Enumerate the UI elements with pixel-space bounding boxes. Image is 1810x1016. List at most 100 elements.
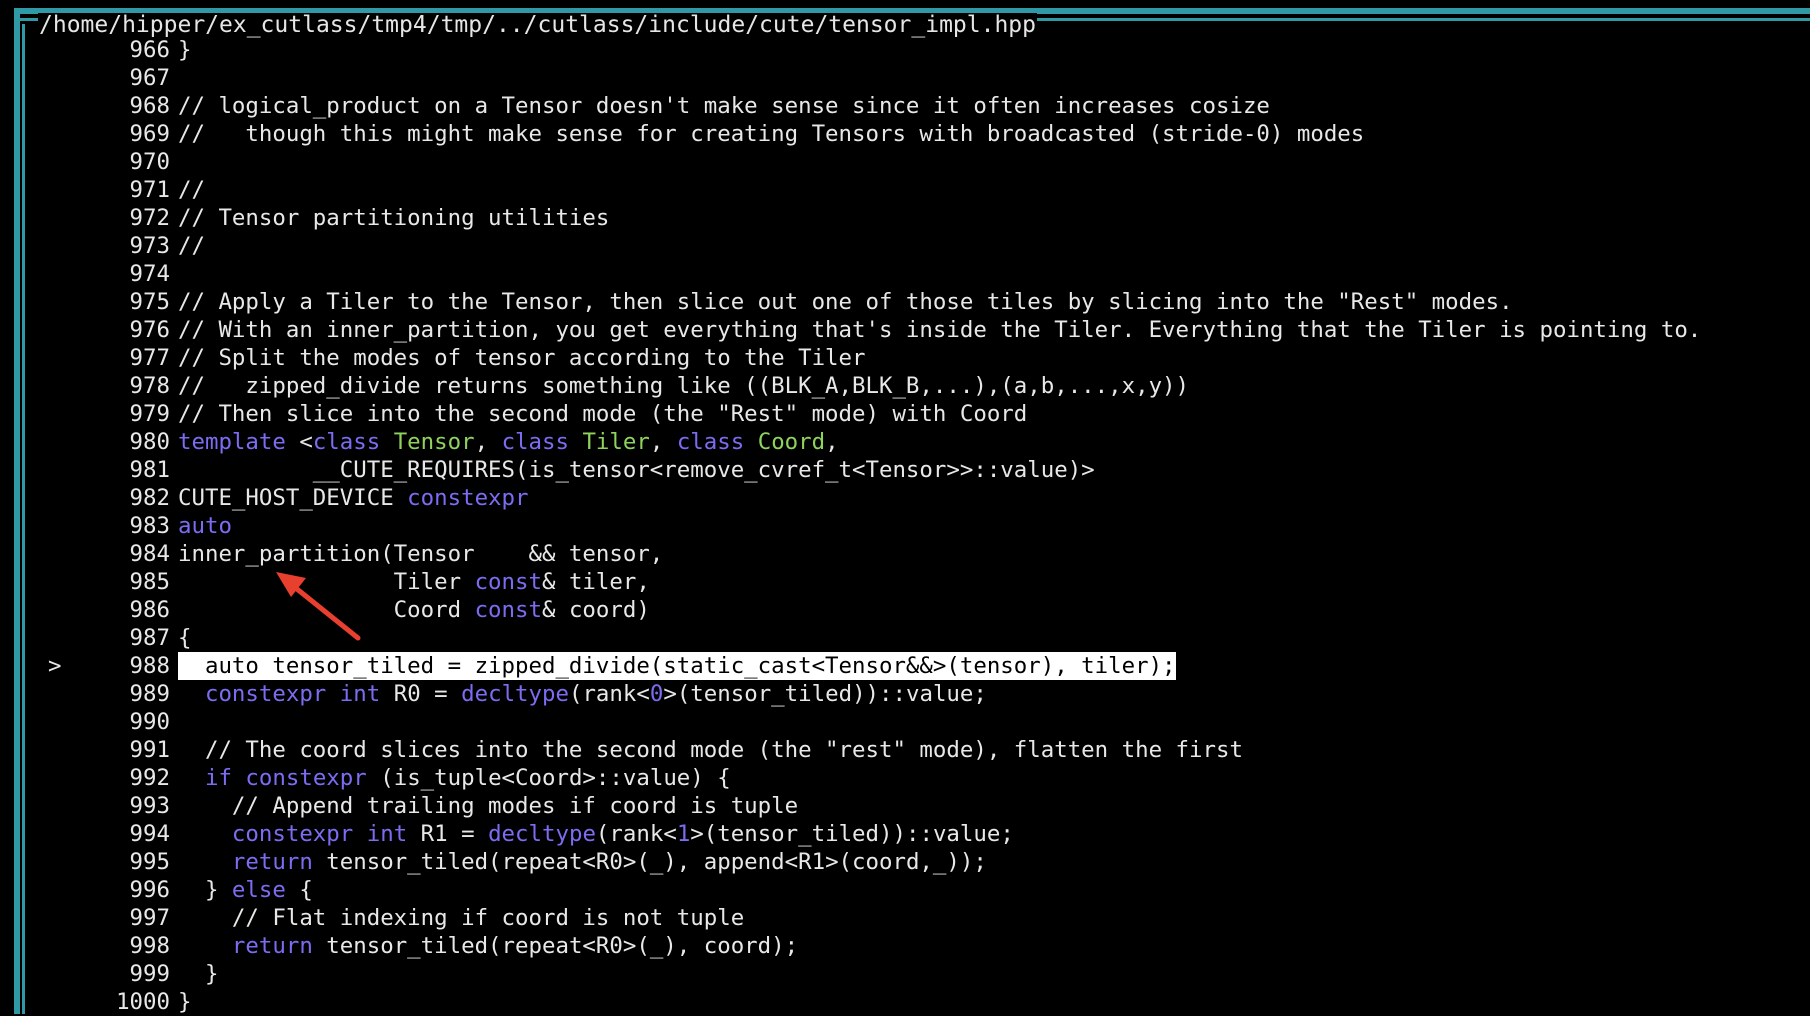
line-number: 991 (129, 737, 170, 763)
line-number: 983 (129, 513, 170, 539)
line-source[interactable]: // With an inner_partition, you get ever… (178, 316, 1701, 344)
type-token: Tensor (393, 429, 475, 455)
code-line[interactable]: 996 } else { (20, 876, 1810, 904)
code-line[interactable]: 987 { (20, 624, 1810, 652)
keyword-token: template (178, 429, 286, 455)
code-token: // Split the modes of tensor according t… (178, 345, 866, 371)
line-source[interactable]: return tensor_tiled(repeat<R0>(_), appen… (178, 848, 987, 876)
line-source[interactable]: template <class Tensor, class Tiler, cla… (178, 428, 839, 456)
line-number: 993 (129, 793, 170, 819)
code-token: , (474, 429, 502, 455)
code-line[interactable]: 981 __CUTE_REQUIRES(is_tensor<remove_cvr… (20, 456, 1810, 484)
code-line[interactable]: 998 return tensor_tiled(repeat<R0>(_), c… (20, 932, 1810, 960)
line-source[interactable]: __CUTE_REQUIRES(is_tensor<remove_cvref_t… (178, 456, 1095, 484)
code-line[interactable]: 974 (20, 260, 1810, 288)
code-line[interactable]: 980 template <class Tensor, class Tiler, … (20, 428, 1810, 456)
code-line[interactable]: 993 // Append trailing modes if coord is… (20, 792, 1810, 820)
code-line[interactable]: 972 // Tensor partitioning utilities (20, 204, 1810, 232)
line-source[interactable]: } (178, 988, 191, 1016)
code-line[interactable]: 999 } (20, 960, 1810, 988)
code-line[interactable]: 973 // (20, 232, 1810, 260)
code-token: } (178, 989, 192, 1015)
line-source[interactable]: // Apply a Tiler to the Tensor, then sli… (178, 288, 1513, 316)
line-source[interactable]: constexpr int R1 = decltype(rank<1>(tens… (178, 820, 1014, 848)
code-token: __CUTE_REQUIRES(is_tensor<remove_cvref_t… (178, 457, 1095, 483)
line-source[interactable]: // Append trailing modes if coord is tup… (178, 792, 798, 820)
line-source[interactable]: CUTE_HOST_DEVICE constexpr (178, 484, 529, 512)
code-token: // Append trailing modes if coord is tup… (178, 793, 799, 819)
line-source[interactable]: // Split the modes of tensor according t… (178, 344, 866, 372)
code-line[interactable]: 982 CUTE_HOST_DEVICE constexpr (20, 484, 1810, 512)
type-token: Tiler (582, 429, 650, 455)
line-source[interactable]: // Flat indexing if coord is not tuple (178, 904, 744, 932)
line-source[interactable]: if constexpr (is_tuple<Coord>::value) { (178, 764, 731, 792)
code-line[interactable]: 970 (20, 148, 1810, 176)
line-source[interactable]: inner_partition(Tensor && tensor, (178, 540, 663, 568)
line-source[interactable]: // (178, 232, 205, 260)
line-number: 968 (129, 93, 170, 119)
keyword-token: int (366, 821, 408, 847)
code-line[interactable]: 995 return tensor_tiled(repeat<R0>(_), a… (20, 848, 1810, 876)
code-token: { (285, 877, 313, 903)
line-source[interactable]: constexpr int R0 = decltype(rank<0>(tens… (178, 680, 987, 708)
keyword-token: int (339, 681, 381, 707)
code-line[interactable]: 975 // Apply a Tiler to the Tensor, then … (20, 288, 1810, 316)
line-source[interactable]: Coord const& coord) (178, 596, 650, 624)
code-token: , (649, 429, 677, 455)
line-source[interactable]: // The coord slices into the second mode… (178, 736, 1243, 764)
line-source[interactable]: // zipped_divide returns something like … (178, 372, 1189, 400)
number-token: 1 (676, 821, 691, 847)
code-line[interactable]: 966} (20, 36, 1810, 64)
code-line[interactable]: 968 // logical_product on a Tensor doesn'… (20, 92, 1810, 120)
code-line[interactable]: >988 auto tensor_tiled = zipped_divide(s… (20, 652, 1810, 680)
code-line[interactable]: 977 // Split the modes of tensor accordin… (20, 344, 1810, 372)
code-line[interactable]: 976 // With an inner_partition, you get e… (20, 316, 1810, 344)
line-source[interactable]: Tiler const& tiler, (178, 568, 650, 596)
line-number: 996 (129, 877, 170, 903)
code-line[interactable]: 983 auto (20, 512, 1810, 540)
code-token: >(tensor_tiled))::value; (663, 681, 987, 707)
line-source[interactable]: auto (178, 512, 232, 540)
line-source[interactable]: { (178, 624, 191, 652)
keyword-token: const (474, 597, 542, 623)
code-line[interactable]: 991 // The coord slices into the second … (20, 736, 1810, 764)
keyword-token: constexpr (204, 681, 327, 707)
code-line[interactable]: 969 // though this might make sense for c… (20, 120, 1810, 148)
line-number: 972 (129, 205, 170, 231)
code-line[interactable]: 986 Coord const& coord) (20, 596, 1810, 624)
line-source[interactable]: // logical_product on a Tensor doesn't m… (178, 92, 1270, 120)
code-line[interactable]: 984 inner_partition(Tensor && tensor, (20, 540, 1810, 568)
code-token: // (178, 233, 205, 259)
code-line[interactable]: 994 constexpr int R1 = decltype(rank<1>(… (20, 820, 1810, 848)
number-token: 0 (649, 681, 664, 707)
code-token: // though this might make sense for crea… (178, 121, 1365, 147)
line-source[interactable]: // Tensor partitioning utilities (178, 204, 609, 232)
code-line[interactable]: 967 (20, 64, 1810, 92)
code-token: auto tensor_tiled = zipped_divide(static… (178, 653, 1176, 679)
line-source[interactable]: } else { (178, 876, 313, 904)
code-line[interactable]: 971 // (20, 176, 1810, 204)
code-line[interactable]: 989 constexpr int R0 = decltype(rank<0>(… (20, 680, 1810, 708)
code-token: // logical_product on a Tensor doesn't m… (178, 93, 1270, 119)
code-line[interactable]: 979 // Then slice into the second mode (t… (20, 400, 1810, 428)
line-source[interactable]: } (178, 36, 191, 64)
code-line[interactable]: 1000} (20, 988, 1810, 1016)
code-view[interactable]: 966} 967 968 // logical_product on a Tensor… (20, 36, 1810, 1016)
code-line[interactable]: 992 if constexpr (is_tuple<Coord>::value… (20, 764, 1810, 792)
line-source[interactable]: // though this might make sense for crea… (178, 120, 1364, 148)
keyword-token: return (231, 849, 313, 875)
code-token: R0 = (380, 681, 462, 707)
line-source[interactable]: } (178, 960, 219, 988)
line-source[interactable]: return tensor_tiled(repeat<R0>(_), coord… (178, 932, 798, 960)
code-line[interactable]: 990 (20, 708, 1810, 736)
code-line[interactable]: 985 Tiler const& tiler, (20, 568, 1810, 596)
line-source[interactable]: // Then slice into the second mode (the … (178, 400, 1027, 428)
current-line-source[interactable]: auto tensor_tiled = zipped_divide(static… (178, 652, 1176, 680)
line-source[interactable]: // (178, 176, 205, 204)
keyword-token: else (231, 877, 286, 903)
code-line[interactable]: 978 // zipped_divide returns something li… (20, 372, 1810, 400)
code-line[interactable]: 997 // Flat indexing if coord is not tup… (20, 904, 1810, 932)
